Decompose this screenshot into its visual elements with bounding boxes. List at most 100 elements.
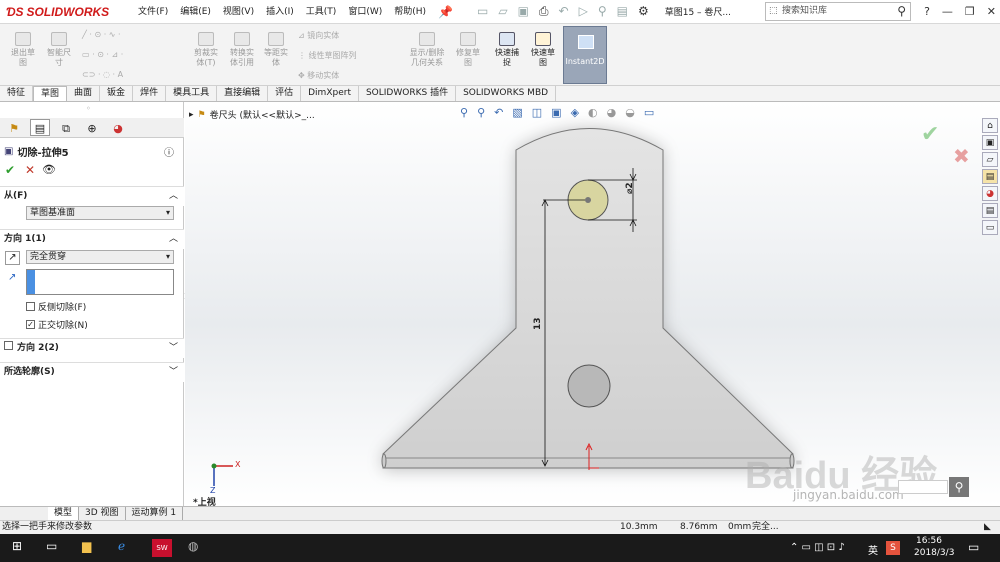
sketch-line-icons[interactable]: ╱ · ⊙ · ∿ · bbox=[82, 30, 121, 39]
file-properties-icon[interactable]: ▤ bbox=[617, 4, 628, 19]
mirror-entities-button[interactable]: ⊿ 镜向实体 bbox=[298, 30, 339, 41]
undo-icon[interactable]: ↶ bbox=[559, 4, 569, 19]
trim-entities-button[interactable]: 剪裁实 体(T) bbox=[188, 32, 224, 68]
menu-help[interactable]: 帮助(H) bbox=[388, 0, 432, 24]
tab-mold-tools[interactable]: 模具工具 bbox=[166, 86, 218, 101]
ok-checkmark-icon[interactable]: ✔ bbox=[5, 163, 15, 177]
select-icon[interactable]: ▷ bbox=[579, 4, 588, 19]
menu-window[interactable]: 窗口(W) bbox=[342, 0, 388, 24]
search-icon[interactable]: ⚲ bbox=[897, 3, 906, 20]
ime-indicator[interactable]: 英 bbox=[868, 542, 878, 557]
tab-motion-study[interactable]: 运动算例 1 bbox=[126, 507, 184, 520]
minimize-button[interactable]: — bbox=[942, 0, 953, 24]
print-icon[interactable]: ⎙ bbox=[539, 4, 549, 19]
move-entities-button[interactable]: ✥ 移动实体 bbox=[298, 70, 339, 81]
display-relations-button[interactable]: 显示/删除 几何关系 bbox=[404, 32, 450, 68]
input-method-icon[interactable]: S bbox=[886, 541, 900, 555]
menu-insert[interactable]: 插入(I) bbox=[260, 0, 300, 24]
close-button[interactable]: ✕ bbox=[987, 0, 996, 24]
tab-weldments[interactable]: 焊件 bbox=[133, 86, 167, 101]
menu-file[interactable]: 文件(F) bbox=[132, 0, 174, 24]
custom-properties-icon[interactable]: ▤ bbox=[982, 203, 998, 218]
menu-edit[interactable]: 编辑(E) bbox=[174, 0, 217, 24]
preview-eye-icon[interactable]: 👁 bbox=[42, 163, 56, 176]
section-from[interactable]: 从(F) ︿ bbox=[0, 186, 184, 206]
cut-hole[interactable] bbox=[567, 364, 611, 408]
edge-icon[interactable]: ℯ bbox=[118, 539, 125, 553]
reverse-direction-icon[interactable]: ↗ bbox=[5, 251, 20, 265]
file-explorer-taskbar-icon[interactable]: ▆ bbox=[82, 539, 91, 553]
display-manager-tab-icon[interactable]: ◕ bbox=[108, 119, 128, 136]
notification-icon[interactable]: ▭ bbox=[968, 540, 979, 554]
graphics-area[interactable]: ▸ ⚑ 卷尺头 (默认<<默认>_... ⚲ ⚲ ↶ ▧ ◫ ▣ ◈ ◐ ◕ ◒… bbox=[185, 102, 1000, 506]
tab-sketch[interactable]: 草图 bbox=[33, 86, 68, 101]
new-icon[interactable]: ▭ bbox=[477, 4, 488, 19]
clock-time[interactable]: 16:56 bbox=[916, 536, 942, 546]
sketch-rect-icons[interactable]: ▭ · ⊙ · ⊿ · bbox=[82, 50, 123, 59]
sketch-slot-icons[interactable]: ⊂⊃ · ◌ · A bbox=[82, 70, 123, 79]
task-view-icon[interactable]: ▭ bbox=[46, 539, 57, 553]
search-knowledge-base[interactable]: ⬚ 搜索知识库 ⚲ bbox=[765, 2, 911, 21]
tab-dimxpert[interactable]: DimXpert bbox=[301, 86, 359, 101]
exit-sketch-button[interactable]: 退出草 图 bbox=[6, 32, 40, 68]
tab-features[interactable]: 特征 bbox=[0, 86, 34, 101]
design-library-icon[interactable]: ▣ bbox=[982, 135, 998, 150]
solidworks-logo[interactable]: ƊS SOLIDWORKS bbox=[0, 0, 112, 24]
instant2d-button[interactable]: Instant2D bbox=[563, 26, 607, 84]
offset-entities-button[interactable]: 等距实 体 bbox=[260, 32, 292, 68]
tab-surfaces[interactable]: 曲面 bbox=[67, 86, 101, 101]
rebuild-icon[interactable]: ⚲ bbox=[598, 4, 607, 19]
rapid-sketch-button[interactable]: 快速草 图 bbox=[526, 32, 560, 68]
help-icon[interactable]: ? bbox=[924, 0, 930, 24]
windows-start-icon[interactable]: ⊞ bbox=[12, 539, 22, 553]
cancel-x-icon[interactable]: ✕ bbox=[25, 163, 35, 177]
section-direction1[interactable]: 方向 1(1) ︿ bbox=[0, 229, 184, 249]
normal-cut-checkbox[interactable]: ✓ 正交切除(N) bbox=[26, 318, 88, 331]
dimxpert-manager-tab-icon[interactable]: ⊕ bbox=[82, 119, 102, 136]
open-icon[interactable]: ▱ bbox=[498, 4, 507, 19]
file-explorer-icon[interactable]: ▱ bbox=[982, 152, 998, 167]
repair-sketch-button[interactable]: 修复草 图 bbox=[452, 32, 484, 68]
options-icon[interactable]: ⚙ bbox=[638, 4, 649, 19]
tab-evaluate[interactable]: 评估 bbox=[268, 86, 302, 101]
convert-entities-button[interactable]: 转换实 体引用 bbox=[224, 32, 260, 68]
height-dimension[interactable]: 13 bbox=[533, 317, 543, 330]
property-manager-tab-icon[interactable]: ▤ bbox=[30, 119, 50, 136]
direction-selection-box[interactable] bbox=[26, 269, 174, 295]
tab-addins[interactable]: SOLIDWORKS 插件 bbox=[359, 86, 457, 101]
viewport-search-box[interactable] bbox=[898, 480, 948, 494]
save-icon[interactable]: ▣ bbox=[518, 4, 529, 19]
part-body[interactable] bbox=[382, 128, 794, 469]
diameter-dimension[interactable]: ⌀2 bbox=[625, 182, 635, 194]
tab-model[interactable]: 模型 bbox=[48, 507, 80, 520]
search-input[interactable]: 搜索知识库 bbox=[782, 6, 827, 16]
linear-pattern-button[interactable]: ⋮ 线性草图阵列 bbox=[298, 50, 357, 61]
tab-mbd[interactable]: SOLIDWORKS MBD bbox=[456, 86, 557, 101]
smart-dimension-button[interactable]: 智能尺 寸 bbox=[42, 32, 76, 68]
pin-icon[interactable]: 📌 bbox=[438, 5, 453, 19]
quick-snaps-button[interactable]: 快速捕 捉 bbox=[490, 32, 524, 68]
home-icon[interactable]: ⌂ bbox=[982, 118, 998, 133]
tab-sheet-metal[interactable]: 钣金 bbox=[100, 86, 134, 101]
feature-manager-tab-icon[interactable]: ⚑ bbox=[4, 119, 24, 136]
tab-3d-views[interactable]: 3D 视图 bbox=[79, 507, 126, 520]
flip-side-checkbox[interactable]: 反侧切除(F) bbox=[26, 300, 86, 313]
section-selected-contours[interactable]: 所选轮廓(S) ﹀ bbox=[0, 362, 184, 382]
forum-icon[interactable]: ▭ bbox=[982, 220, 998, 235]
clock-date[interactable]: 2018/3/3 bbox=[914, 548, 954, 558]
direction2-checkbox[interactable] bbox=[4, 341, 13, 350]
end-condition-select[interactable]: 完全贯穿 ▾ bbox=[26, 250, 174, 264]
appearances-icon[interactable]: ◕ bbox=[982, 186, 998, 201]
menu-view[interactable]: 视图(V) bbox=[217, 0, 260, 24]
status-resize-icon[interactable]: ◣ bbox=[984, 521, 991, 534]
tray-icons[interactable]: ⌃ ▭ ◫ ⊡ ♪ bbox=[790, 542, 845, 553]
configuration-manager-tab-icon[interactable]: ⧉ bbox=[56, 119, 76, 136]
menu-tools[interactable]: 工具(T) bbox=[300, 0, 343, 24]
help-circle-icon[interactable]: ⓘ bbox=[164, 144, 174, 159]
section-direction2[interactable]: 方向 2(2) ﹀ bbox=[0, 338, 184, 358]
app-taskbar-icon[interactable]: ◍ bbox=[188, 539, 198, 553]
panel-grip-icon[interactable]: ◦ bbox=[86, 104, 91, 113]
from-select[interactable]: 草图基准面 ▾ bbox=[26, 206, 174, 220]
tab-direct-editing[interactable]: 直接编辑 bbox=[217, 86, 269, 101]
viewport-search-icon[interactable]: ⚲ bbox=[949, 477, 969, 497]
